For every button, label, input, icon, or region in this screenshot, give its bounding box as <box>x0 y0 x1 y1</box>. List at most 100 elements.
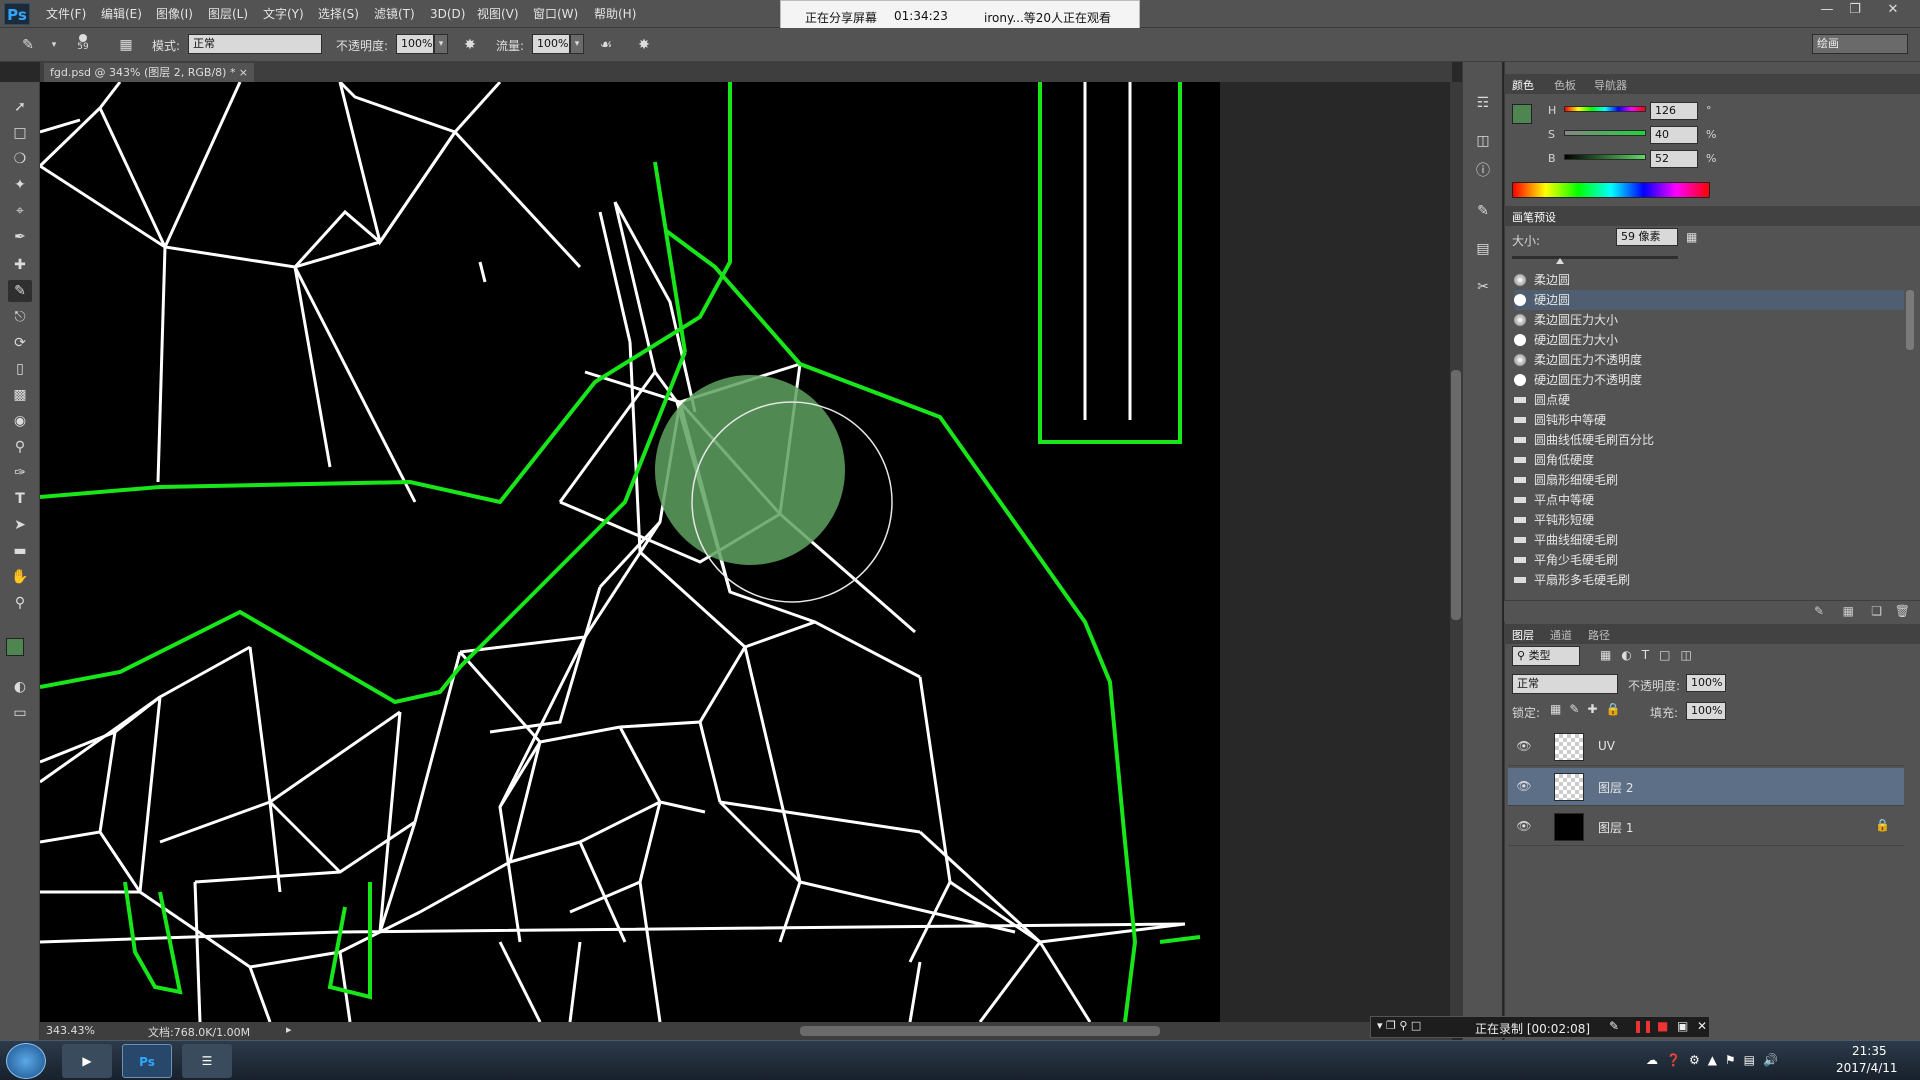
visibility-eye-icon[interactable]: 👁 <box>1516 739 1532 755</box>
brush-grid-icon[interactable]: ▦ <box>1843 604 1854 618</box>
brush-size-slider[interactable] <box>1512 256 1678 259</box>
brush-size-input[interactable]: 59 像素 <box>1616 228 1678 246</box>
chevron-down-icon[interactable]: ▾ <box>44 35 64 55</box>
airbrush-icon[interactable]: ☙ <box>596 35 616 55</box>
brush-toggle-icon[interactable]: ✎ <box>1814 604 1824 618</box>
menu-filter[interactable]: 滤镜(T) <box>374 5 415 23</box>
menu-window[interactable]: 窗口(W) <box>533 5 578 23</box>
brush-preset-item[interactable]: 硬边圆 <box>1514 290 1904 310</box>
pen-tool-icon[interactable]: ✑ <box>8 462 32 484</box>
brush-preset-item[interactable]: 柔边圆 <box>1514 270 1904 290</box>
layer-row[interactable]: 👁 图层 1 🔒 <box>1508 808 1904 846</box>
screen-mode-icon[interactable]: ▭ <box>8 702 32 724</box>
fill-input[interactable]: 100% <box>1686 702 1726 720</box>
brush-preset-item[interactable]: 圆点硬 <box>1514 390 1904 410</box>
layer-opacity-input[interactable]: 100% <box>1686 674 1726 692</box>
info-panel-icon[interactable]: ⓘ <box>1471 160 1495 182</box>
brightness-input[interactable]: 52 <box>1650 150 1698 168</box>
layer-blend-mode-select[interactable]: 正常 <box>1512 674 1618 694</box>
brush-preset-item[interactable]: 圆钝形中等硬 <box>1514 410 1904 430</box>
tray-icons[interactable]: ☁❓⚙▲⚑▤🔊 <box>1646 1053 1786 1067</box>
eyedropper-tool-icon[interactable]: ✒ <box>8 226 32 248</box>
trash-icon[interactable]: 🗑 <box>1895 604 1910 618</box>
brush-preset-item[interactable]: 平扇形多毛硬毛刷 <box>1514 570 1904 590</box>
flow-dropdown-icon[interactable]: ▾ <box>570 34 584 54</box>
menu-layer[interactable]: 图层(L) <box>208 5 248 23</box>
brush-tool-icon[interactable]: ✎ <box>18 35 38 55</box>
brush-picker[interactable]: 59 <box>68 33 98 57</box>
minimize-icon[interactable]: — <box>1814 2 1840 18</box>
quick-mask-icon[interactable]: ◐ <box>8 676 32 698</box>
brush-panel-toggle-icon[interactable]: ▦ <box>116 35 136 55</box>
brush-preset-item[interactable]: 圆扇形细硬毛刷 <box>1514 470 1904 490</box>
flow-input[interactable]: 100% <box>532 34 570 54</box>
chat-app-icon[interactable]: ☰ <box>182 1044 232 1078</box>
pause-icon[interactable]: ❚❚ <box>1633 1019 1653 1033</box>
media-player-icon[interactable]: ▶ <box>62 1044 112 1078</box>
history-brush-tool-icon[interactable]: ⟳ <box>8 332 32 354</box>
menu-image[interactable]: 图像(I) <box>156 5 193 23</box>
visibility-eye-icon[interactable]: 👁 <box>1516 819 1532 835</box>
status-menu-arrow-icon[interactable]: ▸ <box>286 1023 292 1036</box>
close-icon[interactable]: ✕ <box>1880 2 1906 18</box>
stamp-tool-icon[interactable]: ⎋ <box>8 306 32 328</box>
menu-help[interactable]: 帮助(H) <box>594 5 636 23</box>
brush-tool-icon[interactable]: ✎ <box>8 280 32 302</box>
adjustments-panel-icon[interactable]: ◫ <box>1471 130 1495 152</box>
layer-filter-select[interactable]: ⚲ 类型 <box>1512 646 1580 666</box>
brush-preset-item[interactable]: 柔边圆压力不透明度 <box>1514 350 1904 370</box>
mode-select[interactable]: 正常 <box>188 34 322 54</box>
menu-edit[interactable]: 编辑(E) <box>101 5 142 23</box>
saturation-slider[interactable] <box>1564 130 1646 136</box>
tool-presets-panel-icon[interactable]: ✂ <box>1471 276 1495 298</box>
restore-icon[interactable]: ❐ <box>1842 2 1868 18</box>
brush-panel-icon[interactable]: ✎ <box>1471 200 1495 222</box>
crop-tool-icon[interactable]: ⌖ <box>8 200 32 222</box>
layer-row[interactable]: 👁 图层 2 <box>1508 768 1904 806</box>
brush-preset-item[interactable]: 柔边圆压力大小 <box>1514 310 1904 330</box>
opacity-dropdown-icon[interactable]: ▾ <box>434 34 448 54</box>
stop-icon[interactable]: ■ <box>1657 1019 1668 1033</box>
pressure-size-icon[interactable]: ✸ <box>634 35 654 55</box>
tab-swatches[interactable]: 色板 <box>1554 77 1576 93</box>
menu-file[interactable]: 文件(F) <box>46 5 86 23</box>
menu-type[interactable]: 文字(Y) <box>263 5 304 23</box>
hand-tool-icon[interactable]: ✋ <box>8 566 32 588</box>
dodge-tool-icon[interactable]: ⚲ <box>8 436 32 458</box>
canvas[interactable] <box>40 82 1220 1022</box>
workspace-select[interactable]: 绘画 <box>1812 34 1908 54</box>
document-tab[interactable]: fgd.psd @ 343% (图层 2, RGB/8) * × <box>44 63 254 82</box>
shape-tool-icon[interactable]: ▬ <box>8 540 32 562</box>
lock-options-icons[interactable]: ▦✎✚🔒 <box>1550 702 1640 720</box>
fg-color-swatch[interactable] <box>1512 104 1532 124</box>
horizontal-scroll-thumb[interactable] <box>800 1026 1160 1036</box>
brush-preset-item[interactable]: 平钝形短硬 <box>1514 510 1904 530</box>
tab-paths[interactable]: 路径 <box>1588 627 1610 643</box>
photoshop-taskbar-icon[interactable]: Ps <box>122 1044 172 1078</box>
clone-source-panel-icon[interactable]: ▤ <box>1471 238 1495 260</box>
tab-brush-presets[interactable]: 画笔预设 <box>1512 209 1556 225</box>
brightness-slider[interactable] <box>1564 154 1646 160</box>
pressure-opacity-icon[interactable]: ✸ <box>460 35 480 55</box>
zoom-level[interactable]: 343.43% <box>46 1024 95 1037</box>
magic-wand-tool-icon[interactable]: ✦ <box>8 174 32 196</box>
tab-color[interactable]: 颜色 <box>1512 77 1534 93</box>
pen-icon[interactable]: ✎ <box>1609 1019 1619 1033</box>
brush-size-handle[interactable] <box>1556 258 1564 264</box>
brush-preset-item[interactable]: 平曲线细硬毛刷 <box>1514 530 1904 550</box>
saturation-input[interactable]: 40 <box>1650 126 1698 144</box>
vertical-scroll-thumb[interactable] <box>1451 370 1461 620</box>
brush-preset-item[interactable]: 硬边圆压力大小 <box>1514 330 1904 350</box>
recording-tools-icons[interactable]: ▾ ❐ ⚲ □ <box>1377 1019 1421 1032</box>
move-tool-icon[interactable]: ➚ <box>8 96 32 118</box>
eraser-tool-icon[interactable]: ▯ <box>8 358 32 380</box>
color-spectrum-bar[interactable] <box>1512 182 1710 198</box>
menu-3d[interactable]: 3D(D) <box>430 5 465 23</box>
tab-channels[interactable]: 通道 <box>1550 627 1572 643</box>
close-recording-icon[interactable]: ✕ <box>1697 1019 1707 1033</box>
hue-slider[interactable] <box>1564 106 1646 112</box>
close-tab-icon[interactable]: × <box>239 63 248 82</box>
menu-select[interactable]: 选择(S) <box>318 5 359 23</box>
blur-tool-icon[interactable]: ◉ <box>8 410 32 432</box>
lasso-tool-icon[interactable]: ❍ <box>8 148 32 170</box>
